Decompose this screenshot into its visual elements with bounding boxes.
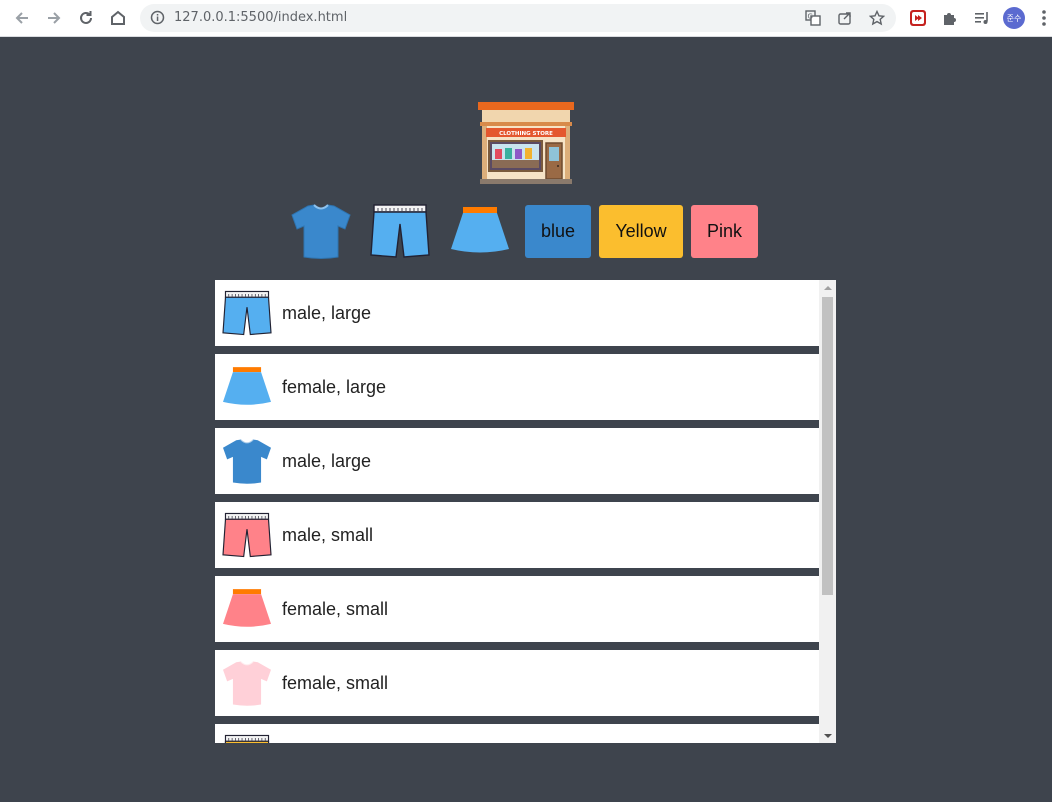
pants-filter-icon[interactable] [367, 200, 433, 262]
list-scrollbar[interactable] [819, 280, 836, 743]
menu-dots-icon[interactable] [1034, 8, 1052, 28]
extension-red-icon[interactable] [908, 8, 928, 28]
pants-icon [221, 733, 273, 743]
list-item[interactable] [215, 724, 819, 743]
clothing-store-logo[interactable]: CLOTHING STORE [476, 102, 576, 186]
bookmark-star-icon[interactable] [868, 10, 886, 26]
tshirt-filter-icon[interactable] [288, 200, 354, 262]
list-item[interactable]: female, small [215, 650, 819, 716]
svg-text:G: G [808, 13, 813, 21]
pants-icon [221, 289, 273, 337]
scrollbar-thumb[interactable] [822, 297, 833, 595]
pants-icon [221, 511, 273, 559]
media-queue-icon[interactable] [972, 8, 992, 28]
filter-bar: blue Yellow Pink [0, 200, 1052, 262]
blue-color-button[interactable]: blue [525, 205, 591, 258]
pink-color-button[interactable]: Pink [691, 205, 758, 258]
reload-icon[interactable] [74, 6, 98, 30]
list-item[interactable]: male, large [215, 428, 819, 494]
list-item[interactable]: male, large [215, 280, 819, 346]
clothing-list-items: male, large female, large male, large male,… [215, 280, 819, 743]
browser-toolbar: 127.0.0.1:5500/index.html G 준수 [0, 0, 1052, 37]
translate-icon[interactable]: G [804, 10, 822, 26]
yellow-color-button[interactable]: Yellow [599, 205, 683, 258]
scroll-up-arrow-icon[interactable] [819, 280, 836, 295]
skirt-icon [221, 363, 273, 411]
home-icon[interactable] [106, 6, 130, 30]
skirt-filter-icon[interactable] [447, 200, 513, 262]
store-sign-text: CLOTHING STORE [499, 131, 553, 137]
forward-icon[interactable] [42, 6, 66, 30]
tshirt-icon [221, 659, 273, 707]
back-icon[interactable] [10, 6, 34, 30]
info-icon[interactable] [150, 10, 165, 30]
list-item-label: female, large [282, 377, 387, 397]
list-item-label: male, large [282, 451, 372, 471]
tshirt-icon [221, 437, 273, 485]
url-text[interactable]: 127.0.0.1:5500/index.html [174, 10, 347, 25]
clothing-list[interactable]: male, large female, large male, large male,… [215, 280, 836, 743]
skirt-icon [221, 585, 273, 633]
scroll-down-arrow-icon[interactable] [819, 728, 836, 743]
address-bar[interactable]: 127.0.0.1:5500/index.html G [140, 4, 896, 32]
share-icon[interactable] [836, 10, 854, 26]
list-item-label: male, large [282, 303, 372, 323]
list-item-label: female, small [282, 599, 389, 619]
list-item-label: female, small [282, 673, 389, 693]
list-item[interactable]: male, small [215, 502, 819, 568]
list-item-label: male, small [282, 525, 374, 545]
puzzle-icon[interactable] [940, 8, 960, 28]
profile-avatar[interactable]: 준수 [1003, 7, 1025, 29]
list-item[interactable]: female, large [215, 354, 819, 420]
list-item[interactable]: female, small [215, 576, 819, 642]
